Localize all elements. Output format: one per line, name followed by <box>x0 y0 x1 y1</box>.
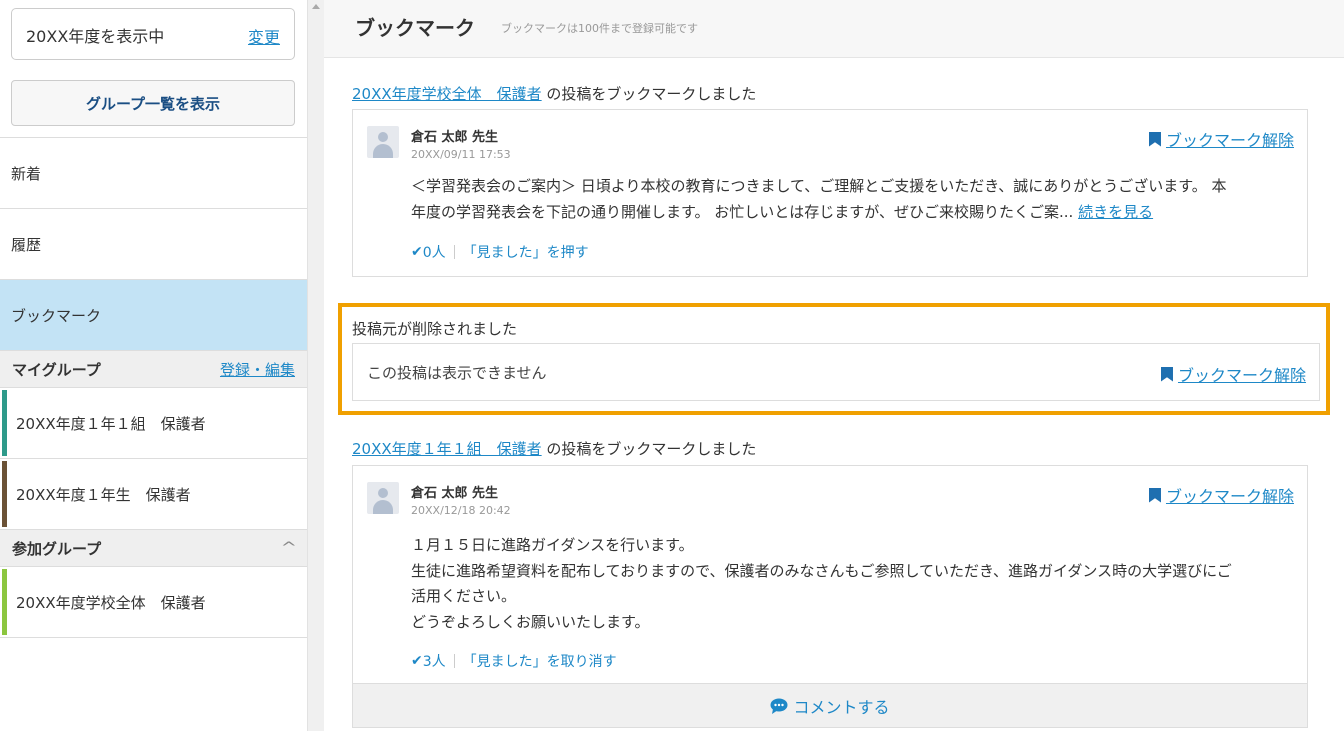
deleted-message: この投稿は表示できません <box>367 364 547 382</box>
nav-item-bookmark[interactable]: ブックマーク <box>0 279 307 350</box>
year-change-link[interactable]: 変更 <box>248 24 280 48</box>
group-link[interactable]: 20XX年度１年１組 保護者 <box>352 440 542 458</box>
post-body-line: １月１５日に進路ガイダンスを行います。 <box>411 536 694 554</box>
avatar <box>367 126 399 158</box>
bookmark-source-suffix: の投稿をブックマークしました <box>541 85 757 103</box>
post-body-line: どうぞよろしくお願いいたします。 <box>411 612 650 631</box>
unbookmark-label: ブックマーク解除 <box>1165 131 1294 150</box>
unbookmark-label: ブックマーク解除 <box>1165 487 1294 506</box>
scroll-up-icon[interactable] <box>312 4 320 9</box>
check-icon: ✔ <box>411 653 423 669</box>
my-groups-edit-link[interactable]: 登録・編集 <box>220 359 295 380</box>
post-body-line: ＜学習発表会のご案内＞ 日頃より本校の教育につきまして、ご理解とご支援をいただき… <box>411 177 1227 195</box>
deleted-post-card: この投稿は表示できません ブックマーク解除 <box>352 343 1320 401</box>
seen-bar: ✔ 0人 「見ました」を押す <box>411 242 589 262</box>
post-card: 倉石 太郎 先生 20XX/12/18 20:42 ブックマーク解除 １月１５日… <box>352 465 1308 728</box>
unbookmark-label: ブックマーク解除 <box>1177 366 1306 385</box>
page-header: ブックマーク ブックマークは100件まで登録可能です <box>324 0 1344 58</box>
group-list-button[interactable]: グループ一覧を表示 <box>11 80 295 126</box>
comment-label: コメントする <box>793 697 890 717</box>
sidebar: 20XX年度を表示中 変更 グループ一覧を表示 新着 履歴 ブックマーク マイグ… <box>0 0 307 731</box>
group-color-bar <box>2 390 7 456</box>
sidebar-item-group[interactable]: 20XX年度１年生 保護者 <box>0 459 307 530</box>
deleted-label: 投稿元が削除されました <box>352 320 518 338</box>
seen-bar: ✔ 3人 「見ました」を取り消す <box>411 651 617 671</box>
main-content: ブックマーク ブックマークは100件まで登録可能です 20XX年度学校全体 保護… <box>324 0 1344 731</box>
nav-item-new[interactable]: 新着 <box>0 137 307 208</box>
seen-count[interactable]: 3人 <box>423 651 446 671</box>
group-color-bar <box>2 461 7 527</box>
page-title: ブックマーク <box>355 16 475 40</box>
post-body-line: 年度の学習発表会を下記の通り開催します。 お忙しいとは存じますが、ぜひご来校賜り… <box>411 200 1301 226</box>
my-groups-title: マイグループ <box>12 360 101 379</box>
seen-count[interactable]: 0人 <box>423 242 446 262</box>
group-label: 20XX年度１年１組 保護者 <box>16 414 206 433</box>
post-date: 20XX/09/11 17:53 <box>411 148 511 161</box>
bookmark-icon <box>1148 487 1161 503</box>
post-body: １月１５日に進路ガイダンスを行います。 生徒に進路希望資料を配布しておりますので… <box>411 533 1301 635</box>
chevron-up-icon[interactable]: ^ <box>281 540 297 556</box>
bookmark-source-suffix: の投稿をブックマークしました <box>541 440 757 458</box>
nav-item-history[interactable]: 履歴 <box>0 208 307 279</box>
deleted-post-highlight: 投稿元が削除されました この投稿は表示できません ブックマーク解除 <box>338 303 1330 415</box>
group-label: 20XX年度１年生 保護者 <box>16 485 191 504</box>
post-body: ＜学習発表会のご案内＞ 日頃より本校の教育につきまして、ご理解とご支援をいただき… <box>411 174 1301 225</box>
comment-button[interactable]: コメントする <box>353 683 1307 727</box>
page-subtitle: ブックマークは100件まで登録可能です <box>501 22 698 35</box>
seen-action-button[interactable]: 「見ました」を押す <box>463 242 589 262</box>
year-selector: 20XX年度を表示中 変更 <box>11 8 295 60</box>
post-date: 20XX/12/18 20:42 <box>411 504 511 517</box>
group-label: 20XX年度学校全体 保護者 <box>16 593 206 612</box>
bookmark-source-line: 20XX年度学校全体 保護者 の投稿をブックマークしました <box>352 83 756 104</box>
read-more-link[interactable]: 続きを見る <box>1078 203 1153 221</box>
post-body-line: 生徒に進路希望資料を配布しておりますので、保護者のみなさんもご参照していただき、… <box>411 561 1232 580</box>
post-author: 倉石 太郎 先生 <box>411 486 499 501</box>
post-body-line-text: 年度の学習発表会を下記の通り開催します。 お忙しいとは存じますが、ぜひご来校賜り… <box>411 202 1074 221</box>
joined-groups-header: 参加グループ ^ <box>0 529 307 567</box>
sidebar-item-group[interactable]: 20XX年度１年１組 保護者 <box>0 388 307 459</box>
seen-action-button[interactable]: 「見ました」を取り消す <box>463 651 617 671</box>
sidebar-scrollbar[interactable] <box>307 0 324 731</box>
group-color-bar <box>2 569 7 635</box>
bookmark-icon <box>1160 366 1173 382</box>
my-groups-header: マイグループ 登録・編集 <box>0 350 307 388</box>
sidebar-item-group[interactable]: 20XX年度学校全体 保護者 <box>0 567 307 638</box>
comment-icon <box>770 698 788 714</box>
unbookmark-button[interactable]: ブックマーク解除 <box>1148 483 1294 507</box>
year-label: 20XX年度を表示中 <box>26 27 165 46</box>
post-author: 倉石 太郎 先生 <box>411 130 499 145</box>
avatar <box>367 482 399 514</box>
group-link[interactable]: 20XX年度学校全体 保護者 <box>352 85 542 103</box>
unbookmark-button[interactable]: ブックマーク解除 <box>1148 127 1294 151</box>
bookmark-icon <box>1148 131 1161 147</box>
joined-groups-title: 参加グループ <box>12 539 102 558</box>
post-card: 倉石 太郎 先生 20XX/09/11 17:53 ブックマーク解除 ＜学習発表… <box>352 109 1308 277</box>
unbookmark-button[interactable]: ブックマーク解除 <box>1160 362 1306 386</box>
bookmark-source-line: 20XX年度１年１組 保護者 の投稿をブックマークしました <box>352 438 756 459</box>
check-icon: ✔ <box>411 244 423 260</box>
post-body-line: 活用ください。 <box>411 587 517 605</box>
